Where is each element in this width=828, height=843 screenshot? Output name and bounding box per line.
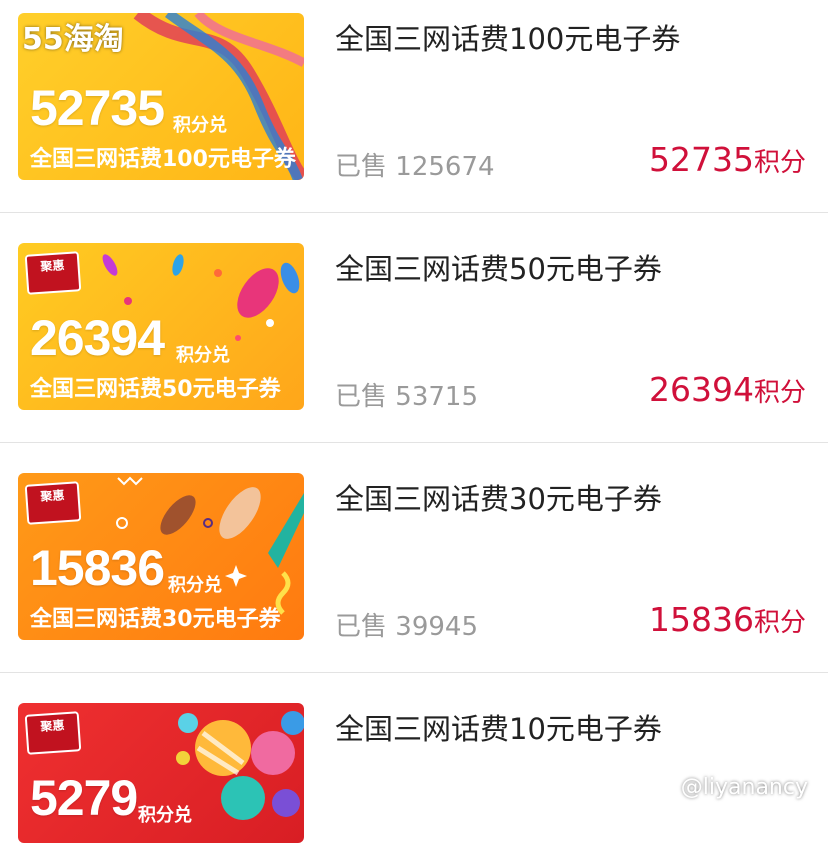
sold-label: 已售 [335, 382, 388, 412]
sold-count: 已售 39945 [335, 606, 478, 643]
price-unit: 积分 [753, 378, 806, 408]
sold-label: 已售 [335, 612, 388, 642]
sold-count: 已售 125674 [335, 146, 495, 183]
product-row[interactable]: 52735 积分兑 全国三网话费100元电子券 全国三网话费100元电子券 已售… [0, 0, 828, 230]
divider [0, 672, 828, 673]
sold-count: 已售 53715 [335, 376, 478, 413]
thumbnail-points: 26394 [30, 310, 165, 366]
thumbnail-suffix: 积分兑 [168, 575, 222, 596]
thumbnail-suffix: 积分兑 [138, 805, 192, 826]
product-thumbnail[interactable]: 聚惠 15836 积分兑 全国三网话费30元电子券 [18, 473, 304, 640]
thumbnail-points: 52735 [30, 80, 165, 136]
product-title[interactable]: 全国三网话费100元电子券 [335, 16, 680, 58]
thumbnail-subtitle: 全国三网话费100元电子券 [30, 147, 296, 172]
product-thumbnail[interactable]: 聚惠 5279 积分兑 [18, 703, 304, 843]
product-row[interactable]: 聚惠 26394 积分兑 全国三网话费50元电子券 全国三网话费50元电子券 已… [0, 230, 828, 460]
price: 52735积分 [649, 140, 806, 179]
thumbnail-subtitle: 全国三网话费50元电子券 [30, 377, 281, 402]
product-thumbnail[interactable]: 聚惠 26394 积分兑 全国三网话费50元电子券 [18, 243, 304, 410]
divider [0, 442, 828, 443]
divider [0, 212, 828, 213]
thumbnail-subtitle: 全国三网话费30元电子券 [30, 607, 281, 632]
thumbnail-points: 15836 [30, 540, 165, 596]
sold-number: 39945 [395, 612, 478, 642]
sold-number: 53715 [395, 382, 478, 412]
watermark-logo: 55海淘 [22, 22, 124, 57]
price: 26394积分 [649, 370, 806, 409]
price-points: 26394 [649, 370, 754, 409]
price: 15836积分 [649, 600, 806, 639]
product-title[interactable]: 全国三网话费50元电子券 [335, 246, 662, 288]
product-row[interactable]: 聚惠 15836 积分兑 全国三网话费30元电子券 全国三网话费30元电子券 已… [0, 460, 828, 690]
sold-number: 125674 [395, 152, 495, 182]
thumbnail-points: 5279 [30, 770, 138, 826]
product-title[interactable]: 全国三网话费10元电子券 [335, 706, 662, 748]
price-points: 15836 [649, 600, 754, 639]
thumbnail-suffix: 积分兑 [176, 345, 230, 366]
price-unit: 积分 [753, 148, 806, 178]
price-unit: 积分 [753, 608, 806, 638]
price-points: 52735 [649, 140, 754, 179]
thumbnail-suffix: 积分兑 [173, 115, 227, 136]
watermark-username: @liyanancy [680, 775, 808, 800]
product-title[interactable]: 全国三网话费30元电子券 [335, 476, 662, 518]
product-row[interactable]: 聚惠 5279 积分兑 全国三网话费10元电子券 [0, 690, 828, 843]
sold-label: 已售 [335, 152, 388, 182]
